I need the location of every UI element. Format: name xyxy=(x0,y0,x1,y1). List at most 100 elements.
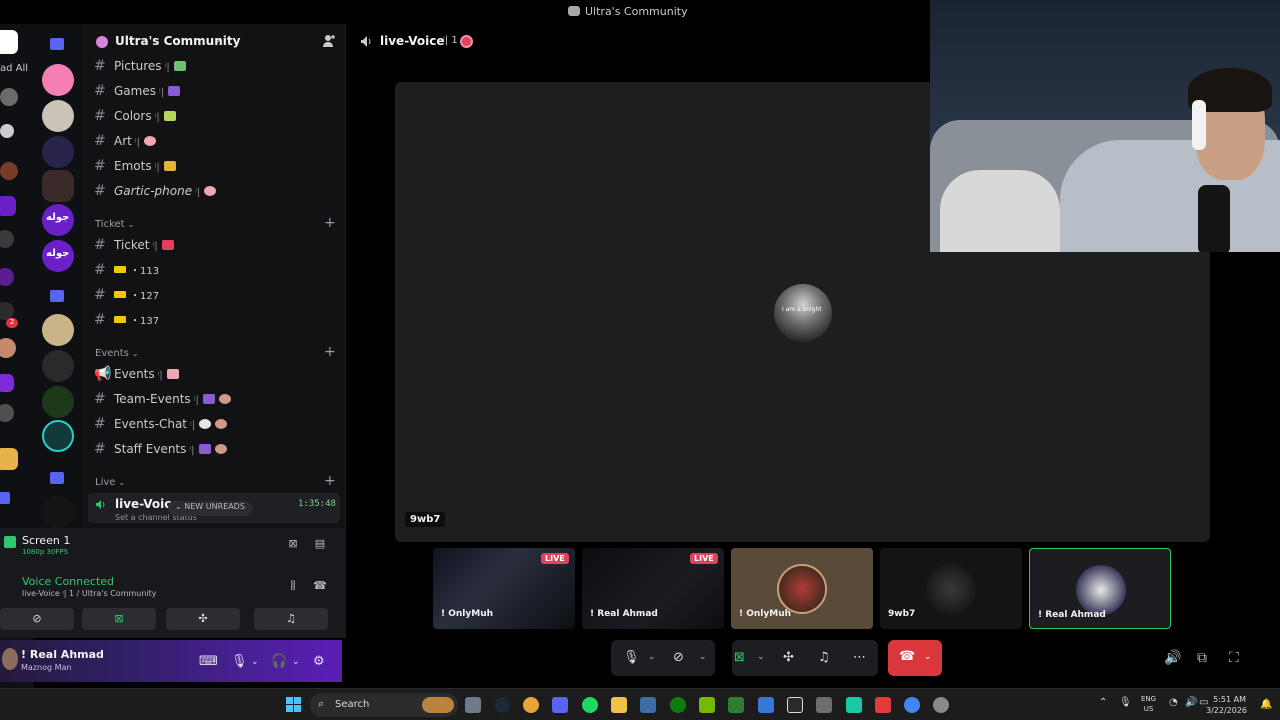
soundboard-icon[interactable]: ♫ xyxy=(818,650,830,665)
app-icon[interactable] xyxy=(816,697,832,713)
chevron-down-icon[interactable]: ⌄ xyxy=(292,657,300,667)
add-channel-icon[interactable]: + xyxy=(324,473,336,489)
stream-settings-icon[interactable]: ▤ xyxy=(313,538,327,550)
server-icon[interactable] xyxy=(0,196,16,216)
settings-app-icon[interactable] xyxy=(933,697,949,713)
server-icon[interactable] xyxy=(42,314,74,346)
server-icon[interactable] xyxy=(0,162,18,180)
channel-item[interactable]: # Gartic-phone ᵎ| xyxy=(94,183,217,203)
file-explorer-icon[interactable] xyxy=(611,697,627,713)
channel-item[interactable]: # Colors ᵎ| xyxy=(94,108,176,128)
participant-tile[interactable]: 9wb7 xyxy=(880,548,1022,629)
channel-item[interactable]: # Staff Events ᵎ| xyxy=(94,441,227,461)
channel-item[interactable]: # Games ᵎ| xyxy=(94,83,181,103)
taskbar-search[interactable]: ⌕ Search xyxy=(310,693,458,717)
participant-tile[interactable]: ! OnlyMuh xyxy=(731,548,873,629)
gear-icon[interactable]: ⚙ xyxy=(313,654,325,669)
volume-icon[interactable]: 🔊 xyxy=(1164,650,1181,666)
server-icon[interactable] xyxy=(42,64,74,96)
voice-location[interactable]: live-Voice ᵎ| 1 / Ultra's Community xyxy=(22,589,157,598)
folder-icon[interactable] xyxy=(0,492,10,504)
disconnect-icon[interactable]: ☎ xyxy=(313,580,327,592)
server-icon[interactable] xyxy=(42,100,74,132)
server-icon[interactable] xyxy=(42,136,74,168)
app-icon[interactable] xyxy=(875,697,891,713)
channel-item[interactable]: 📢 Events ᵎ| xyxy=(94,366,179,386)
chevron-down-icon[interactable]: ⌄ xyxy=(757,652,765,662)
steam-icon[interactable] xyxy=(494,697,510,713)
add-channel-icon[interactable]: + xyxy=(324,215,336,231)
windows-start-icon[interactable] xyxy=(286,697,301,712)
disconnect-button[interactable]: ☎ ⌄ xyxy=(888,640,942,676)
popout-icon[interactable]: ⧉ xyxy=(1197,650,1207,666)
camera-off-button[interactable]: ⊘ xyxy=(0,608,74,630)
add-channel-icon[interactable]: + xyxy=(324,344,336,360)
server-icon[interactable] xyxy=(42,350,74,382)
mic-icon[interactable]: 🎙 xyxy=(231,654,248,669)
channel-item[interactable]: # Emots ᵎ| xyxy=(94,158,176,178)
server-icon[interactable] xyxy=(42,170,74,202)
participant-tile[interactable]: LIVE ! OnlyMuh xyxy=(433,548,575,629)
chrome-icon[interactable] xyxy=(904,697,920,713)
server-icon[interactable] xyxy=(42,420,74,452)
category-events[interactable]: Events ⌄ xyxy=(95,348,139,359)
screen-share-button[interactable]: ⊠ xyxy=(82,608,156,630)
notification-icon[interactable]: 🔔 xyxy=(1260,699,1272,710)
headphones-icon[interactable]: 🎧 xyxy=(271,654,287,669)
mic-icon[interactable]: 🎙 xyxy=(1119,697,1132,708)
folder-icon[interactable] xyxy=(50,290,64,302)
more-icon[interactable]: ⋯ xyxy=(853,650,866,665)
volume-icon[interactable]: 🔊 xyxy=(1185,697,1197,708)
wifi-icon[interactable]: ◔ xyxy=(1169,697,1178,708)
server-icon[interactable] xyxy=(0,448,18,470)
server-icon[interactable] xyxy=(0,124,14,138)
server-icon[interactable]: جوله xyxy=(42,240,74,272)
folder-icon[interactable] xyxy=(50,38,64,50)
chevron-up-icon[interactable]: ⌃ xyxy=(1099,697,1107,708)
app-icon[interactable] xyxy=(758,697,774,713)
user-name[interactable]: ! Real Ahmad xyxy=(21,648,104,661)
nvidia-icon[interactable] xyxy=(699,697,715,713)
server-icon[interactable] xyxy=(42,496,74,528)
mic-icon[interactable]: 🎙 xyxy=(623,650,640,665)
channel-item[interactable]: # Pictures ᵎ| xyxy=(94,58,186,78)
server-header[interactable]: Ultra's Community ⌄ xyxy=(82,24,345,60)
system-clock[interactable]: 5:51 AM 3/22/2026 xyxy=(1206,694,1247,716)
server-icon[interactable] xyxy=(0,338,16,358)
noise-suppression-icon[interactable]: ⫼ xyxy=(286,580,300,592)
channel-item[interactable]: # Team-Events ᵎ| xyxy=(94,391,231,411)
server-icon[interactable] xyxy=(0,88,18,106)
folder-icon[interactable] xyxy=(50,472,64,484)
server-icon[interactable] xyxy=(42,386,74,418)
chevron-down-icon[interactable]: ⌄ xyxy=(251,657,259,667)
gamepad-icon[interactable]: ⌨ xyxy=(199,654,218,669)
chrome-icon[interactable] xyxy=(523,697,539,713)
store-icon[interactable] xyxy=(640,697,656,713)
server-icon[interactable]: جوله xyxy=(42,204,74,236)
soundboard-button[interactable]: ♫ xyxy=(254,608,328,630)
channel-item[interactable]: # ・137 xyxy=(94,312,159,332)
channel-item[interactable]: # ・127 xyxy=(94,287,159,307)
category-ticket[interactable]: Ticket ⌄ xyxy=(95,219,134,230)
camera-off-icon[interactable]: ⊘ xyxy=(673,650,684,665)
channel-item[interactable]: # Art ᵎ| xyxy=(94,133,157,153)
app-icon[interactable] xyxy=(846,697,862,713)
activities-icon[interactable]: ✣ xyxy=(783,650,794,665)
channel-item[interactable]: # ・113 xyxy=(94,262,159,282)
app-icon[interactable] xyxy=(787,697,803,713)
avatar[interactable] xyxy=(2,648,18,670)
new-unreads-pill[interactable]: ⌄ NEW UNREADS xyxy=(168,501,252,516)
language-indicator[interactable]: ENG US xyxy=(1141,694,1156,714)
channel-item[interactable]: # Ticket ᵎ| xyxy=(94,237,174,257)
screen-share-icon[interactable]: ⊠ xyxy=(734,650,745,665)
fullscreen-icon[interactable]: ⛶ xyxy=(1229,650,1239,666)
category-live[interactable]: Live ⌄ xyxy=(95,477,125,488)
server-icon[interactable] xyxy=(0,404,14,422)
channel-item[interactable]: # Events-Chat ᵎ| xyxy=(94,416,228,436)
server-icon[interactable] xyxy=(0,230,14,248)
discord-home-icon[interactable] xyxy=(0,30,18,54)
stop-stream-icon[interactable]: ⊠ xyxy=(286,538,300,550)
chevron-down-icon[interactable]: ⌄ xyxy=(648,652,656,662)
participant-tile[interactable]: LIVE ! Real Ahmad xyxy=(582,548,724,629)
add-member-icon[interactable] xyxy=(322,34,336,48)
